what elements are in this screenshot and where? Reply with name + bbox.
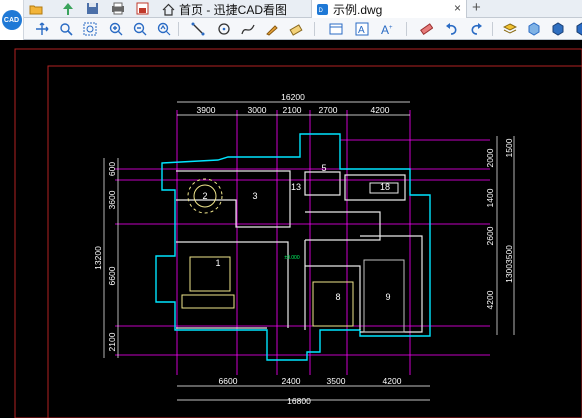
dim-left-seg-2: 3600 [107,190,117,209]
cube-icon[interactable] [574,21,582,37]
toolbar-separator [178,22,179,36]
svg-text:D: D [319,8,324,14]
save-icon[interactable] [84,1,100,16]
dim-top-seg-2: 3000 [248,105,267,115]
room-label: 5 [321,163,326,173]
undo-icon[interactable] [444,21,460,37]
dim-left-seg-1: 600 [107,162,117,176]
dim-left-seg-4: 2100 [107,332,117,351]
3d-view-icon[interactable] [550,21,566,37]
zoom-previous-icon[interactable] [156,21,172,37]
dim-bottom-seg-2: 2400 [282,376,301,386]
dim-top-seg-3: 2100 [283,105,302,115]
dim-left-seg-3: 6600 [107,266,117,285]
left-dimensions: 13200 600 3600 6600 2100 [93,162,117,352]
dim-right-seg-3: 2600 [485,226,495,245]
3d-box-icon[interactable] [526,21,542,37]
dim-top-total: 16200 [281,92,305,102]
drawing-canvas[interactable]: 16200 3900 3000 2100 2700 4200 6600 2400… [0,40,582,418]
circle-icon[interactable] [216,21,232,37]
dim-top-seg-1: 3900 [197,105,216,115]
layout-icon[interactable] [328,21,344,37]
dim-right-total: 13003500 [504,245,514,283]
app-logo: CAD [0,0,24,40]
toolbar-separator [406,22,407,36]
tab-drawing[interactable]: D 示例.dwg [311,0,467,18]
dim-bottom-total: 16800 [287,396,311,406]
dwg-file-icon: D [316,3,329,16]
layer-icon[interactable] [502,21,518,37]
room-label: 13 [291,182,301,192]
toolbar: A A + [24,18,582,40]
svg-text:A: A [358,25,365,36]
svg-text:A: A [381,23,389,36]
axis-grid-lines [115,110,490,375]
dim-bottom-seg-3: 3500 [327,376,346,386]
pin-icon[interactable] [60,1,76,16]
zoom-out-icon[interactable] [132,21,148,37]
elevation-label: ±0.000 [284,255,299,261]
dim-right-seg-2: 1400 [485,188,495,207]
home-icon [162,3,175,16]
close-tab-icon[interactable]: × [454,1,461,15]
room-label: 2 [202,191,207,201]
room-label: 8 [335,292,340,302]
line-icon[interactable] [190,21,206,37]
dim-bottom-seg-4: 4200 [383,376,402,386]
move-zoom-icon[interactable] [34,21,50,37]
room-label: 18 [380,182,390,192]
dim-right-seg-0: 1500 [504,138,514,157]
tab-drawing-label: 示例.dwg [333,2,383,17]
dim-top-seg-4: 2700 [319,105,338,115]
toolbar-separator [492,22,493,36]
new-tab-icon[interactable]: + [472,0,481,16]
redo-icon[interactable] [468,21,484,37]
dim-right-seg-4: 4200 [485,290,495,309]
eraser-measure-icon[interactable] [288,21,304,37]
toolbar-separator [314,22,315,36]
svg-text:+: + [389,25,393,31]
tab-home-label: 首页 - 迅捷CAD看图 [179,2,288,17]
dim-right-seg-1: 2000 [485,148,495,167]
room-numbers: 1 2 3 13 5 18 8 9 [202,163,390,302]
dim-bottom-seg-1: 6600 [219,376,238,386]
open-folder-icon[interactable] [28,1,44,16]
zoom-extents-icon[interactable] [82,21,98,37]
recent-file-icon[interactable] [134,1,150,16]
top-dimensions: 16200 3900 3000 2100 2700 4200 [197,92,390,115]
text-style-icon[interactable]: A + [380,21,396,37]
tab-bar: 首页 - 迅捷CAD看图 D 示例.dwg × + [0,0,582,18]
eraser-icon[interactable] [418,21,434,37]
floor-plan-drawing: 16200 3900 3000 2100 2700 4200 6600 2400… [14,48,582,418]
sketch-icon[interactable] [264,21,280,37]
polyline-icon[interactable] [240,21,256,37]
zoom-window-icon[interactable] [58,21,74,37]
zoom-in-icon[interactable] [108,21,124,37]
room-label: 1 [215,258,220,268]
app-logo-mark: CAD [1,10,22,30]
room-label: 9 [385,292,390,302]
dim-top-seg-5: 4200 [371,105,390,115]
tab-home[interactable]: 首页 - 迅捷CAD看图 [158,0,310,18]
print-icon[interactable] [110,1,126,16]
paper-frame-inner [47,65,582,418]
room-label: 3 [252,191,257,201]
cad-viewer-window: 首页 - 迅捷CAD看图 D 示例.dwg × + CAD A A + 1620… [0,0,582,418]
bottom-dimensions: 6600 2400 3500 4200 16800 [219,376,402,406]
dim-left-total: 13200 [93,246,103,270]
text-box-icon[interactable]: A [354,21,370,37]
